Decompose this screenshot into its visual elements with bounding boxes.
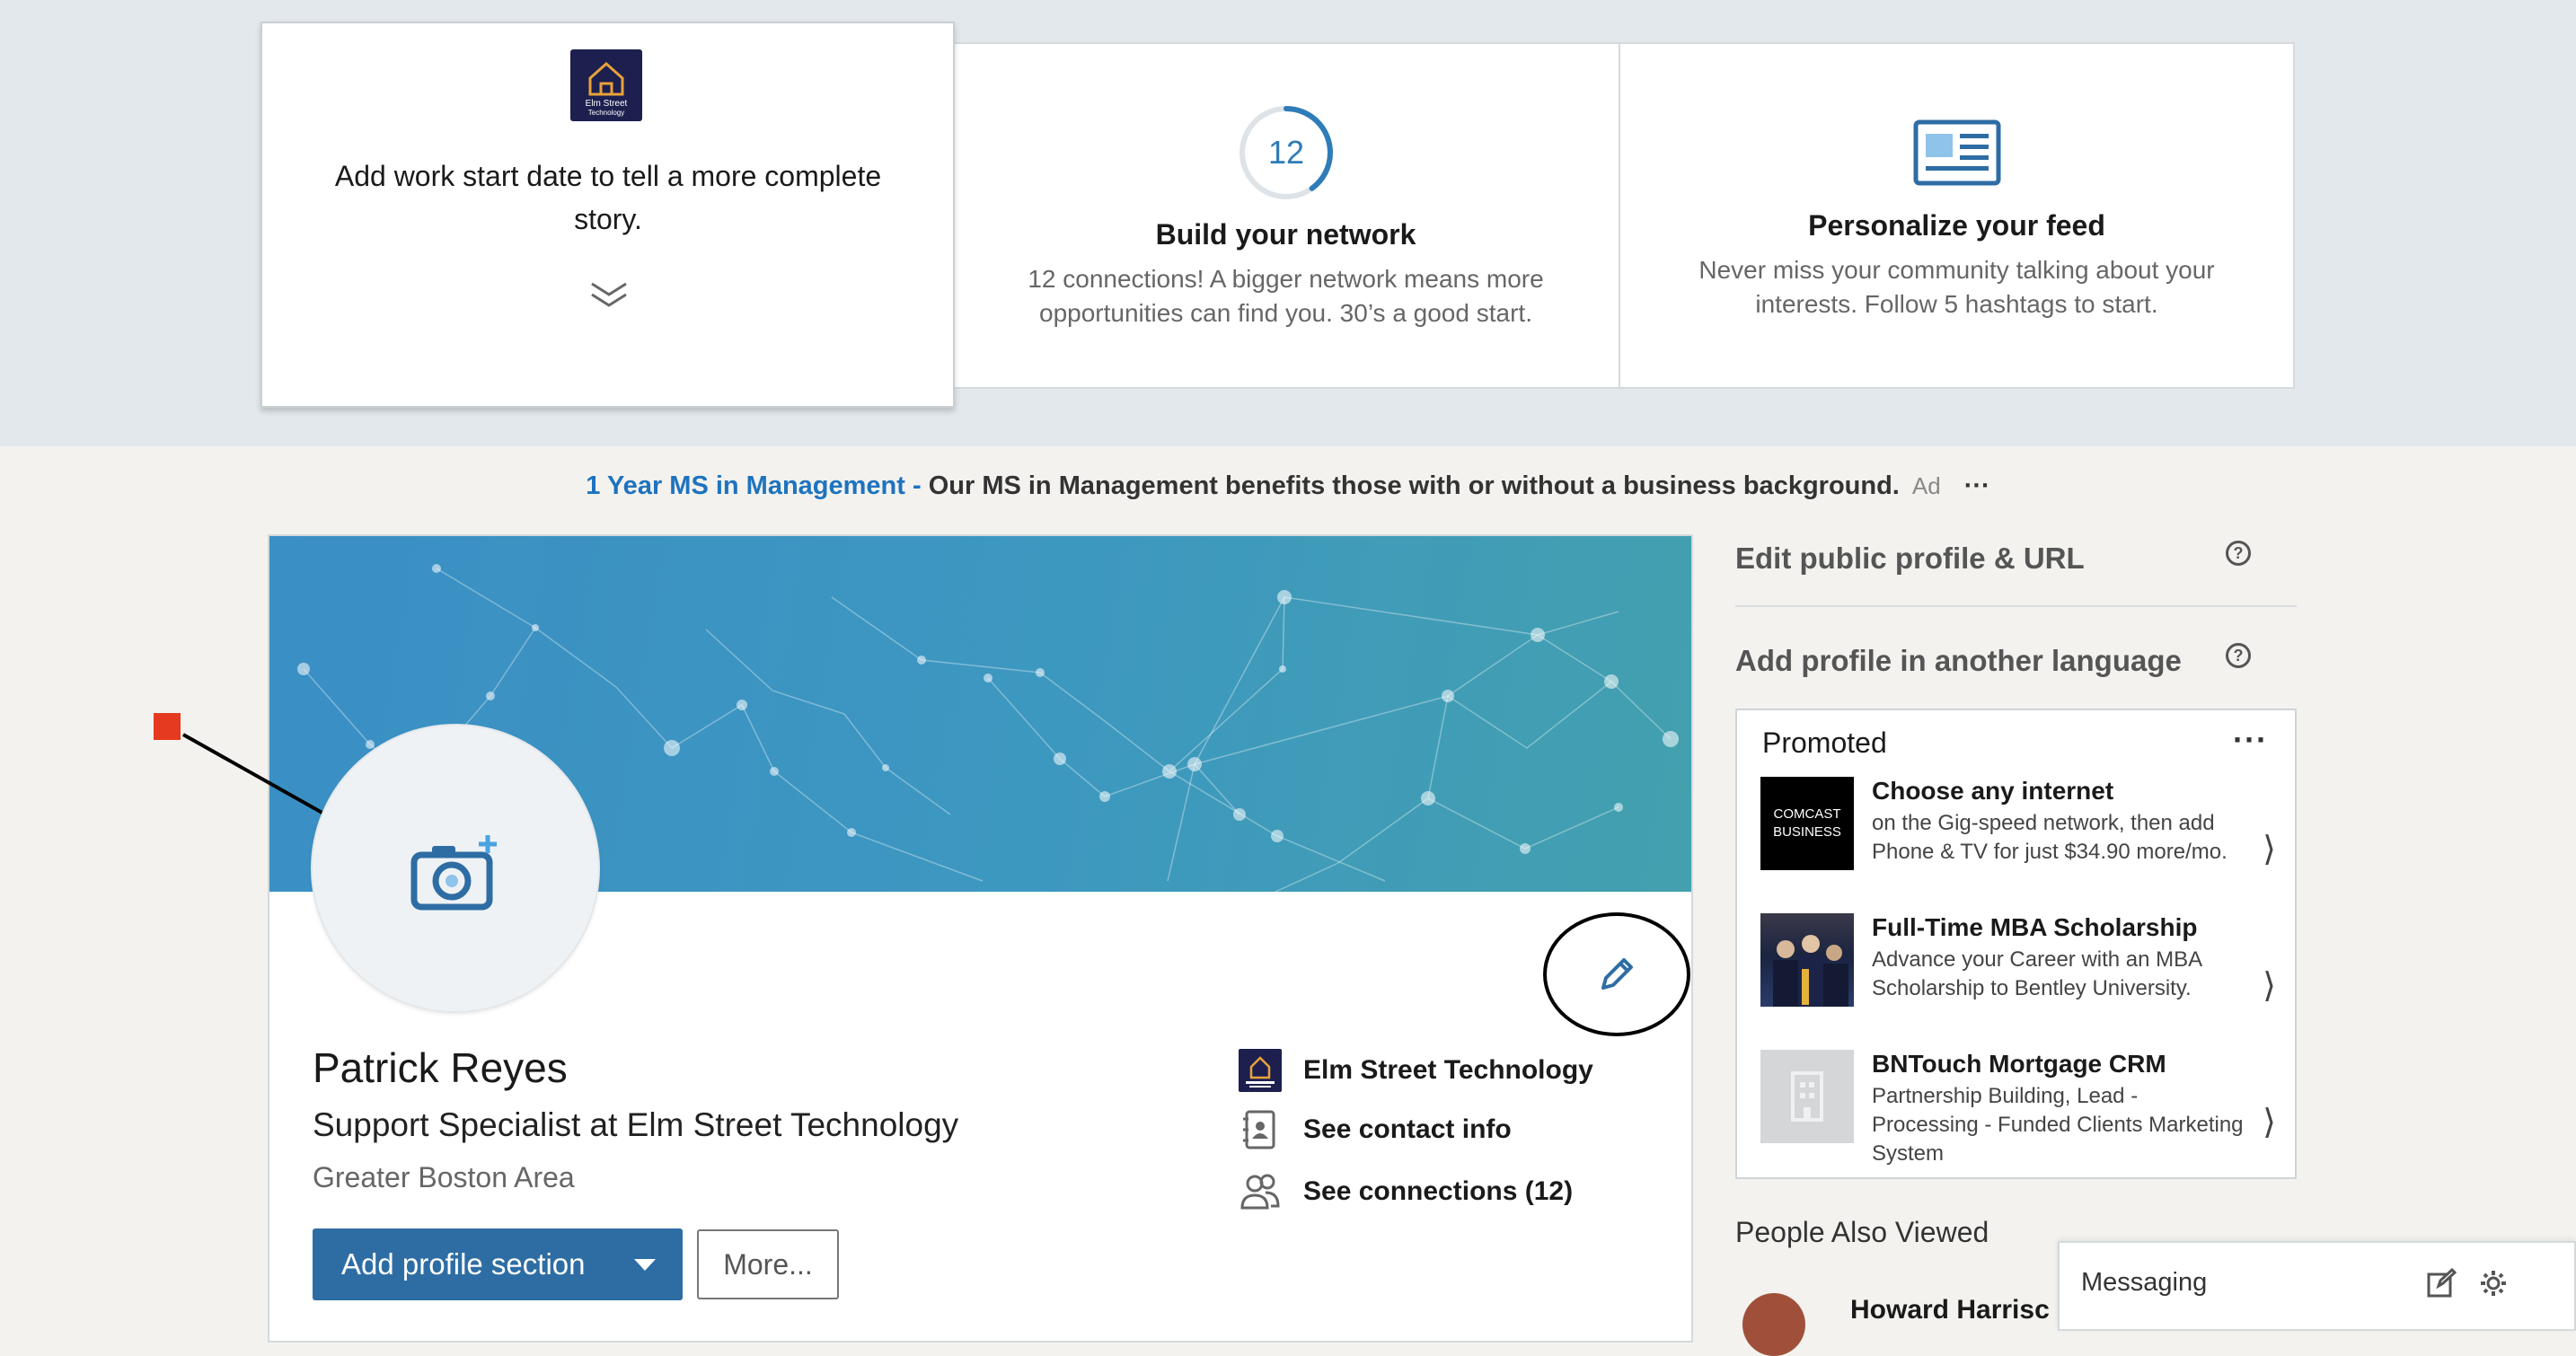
promo-body: on the Gig-speed network, then add Phone… <box>1872 811 2228 864</box>
promo-item[interactable]: Full-Time MBA Scholarship Advance your C… <box>1760 913 2281 1048</box>
profile-photo-placeholder[interactable] <box>313 726 598 1011</box>
more-button[interactable]: More... <box>697 1229 839 1299</box>
connections-label: See connections (12) <box>1303 1176 1574 1206</box>
ad-tag: Ad <box>1911 472 1941 499</box>
company-name: Elm Street Technology <box>1303 1055 1593 1085</box>
add-photo-camera-icon <box>410 835 497 911</box>
promo-title: Choose any internet <box>1872 777 2114 805</box>
suggestion-carousel: 12 Build your network 12 connections! A … <box>953 42 2295 389</box>
avatar[interactable] <box>1742 1293 1805 1356</box>
feed-suggestion[interactable]: Personalize your feed Never miss your co… <box>1620 119 2293 321</box>
profile-location: Greater Boston Area <box>313 1161 575 1193</box>
promo-title: Full-Time MBA Scholarship <box>1872 913 2198 941</box>
edit-public-profile-link[interactable]: Edit public profile & URL <box>1735 542 2085 576</box>
address-book-icon <box>1243 1110 1275 1149</box>
add-profile-section-label: Add profile section <box>341 1247 586 1281</box>
chevron-right-icon: ⟩ <box>2263 1104 2276 1141</box>
promo-body: Partnership Building, Lead - Processing … <box>1872 1084 2244 1166</box>
messaging-label: Messaging <box>2081 1268 2208 1297</box>
feed-title: Personalize your feed <box>1808 209 2105 242</box>
chevron-double-down-icon[interactable] <box>588 280 630 309</box>
people-icon <box>1240 1174 1280 1210</box>
company-logo: Elm Street Technology <box>570 49 642 121</box>
promoted-header: Promoted <box>1762 726 1887 759</box>
network-description: 12 connections! A bigger network means m… <box>1028 265 1544 327</box>
company-placeholder-logo <box>1760 1050 1854 1143</box>
profile-name: Patrick Reyes <box>313 1044 568 1091</box>
profile-headline: Support Specialist at Elm Street Technol… <box>313 1106 959 1143</box>
people-also-viewed-heading: People Also Viewed <box>1735 1216 1989 1248</box>
person-name[interactable]: Howard Harrisc <box>1850 1295 2050 1325</box>
chevron-right-icon: ⟩ <box>2263 831 2276 868</box>
promo-body: Advance your Career with an MBA Scholars… <box>1872 947 2201 1000</box>
chevron-right-icon: ⟩ <box>2263 967 2276 1005</box>
help-icon[interactable]: ? <box>2226 643 2251 668</box>
network-count: 12 <box>1267 134 1303 171</box>
gear-icon[interactable] <box>2478 1268 2509 1299</box>
help-icon[interactable]: ? <box>2226 541 2251 566</box>
ad-menu-icon[interactable]: ··· <box>1964 471 1990 500</box>
contact-info-label: See contact info <box>1303 1114 1512 1144</box>
compose-icon[interactable] <box>2426 1268 2457 1299</box>
ad-link[interactable]: 1 Year MS in Management - <box>586 471 928 500</box>
promoted-menu-icon[interactable]: ··· <box>2233 721 2268 759</box>
network-progress-ring: 12 <box>1239 106 1333 199</box>
network-suggestion[interactable]: 12 Build your network 12 connections! A … <box>953 103 1619 330</box>
company-logo-small <box>1239 1049 1282 1092</box>
comcast-logo-text: COMCAST BUSINESS <box>1773 806 1841 840</box>
building-icon <box>1791 1071 1823 1122</box>
add-language-profile-link[interactable]: Add profile in another language <box>1735 644 2182 678</box>
work-date-suggestion[interactable]: Elm Street Technology Add work start dat… <box>260 22 955 408</box>
svg-text:Elm Street: Elm Street <box>586 99 628 109</box>
promoted-panel: Promoted ··· COMCAST BUSINESS Choose any… <box>1735 709 2297 1179</box>
messaging-bar[interactable]: Messaging <box>2058 1241 2576 1331</box>
connections-link[interactable]: See connections (12) <box>1239 1170 1573 1213</box>
ad-banner: 1 Year MS in Management - Our MS in Mana… <box>0 471 2576 501</box>
contact-info-link[interactable]: See contact info <box>1239 1108 1512 1151</box>
sidebar-divider <box>1735 605 2297 607</box>
comcast-logo: COMCAST BUSINESS <box>1760 777 1854 870</box>
graduation-photo <box>1760 913 1854 1007</box>
feed-description: Never miss your community talking about … <box>1698 256 2215 318</box>
caret-down-icon <box>634 1259 656 1271</box>
promo-item[interactable]: COMCAST BUSINESS Choose any internet on … <box>1760 777 2281 911</box>
svg-text:Technology: Technology <box>588 109 624 117</box>
edit-profile-button[interactable] <box>1543 912 1690 1036</box>
promo-title: BNTouch Mortgage CRM <box>1872 1050 2166 1078</box>
add-profile-section-button[interactable]: Add profile section <box>313 1228 683 1300</box>
network-title: Build your network <box>1155 218 1416 251</box>
promo-item[interactable]: BNTouch Mortgage CRM Partnership Buildin… <box>1760 1050 2281 1184</box>
suggestion-divider <box>1619 42 1620 389</box>
newspaper-icon <box>1913 119 2000 186</box>
ad-text[interactable]: Our MS in Management benefits those with… <box>929 471 1900 500</box>
current-company[interactable]: Elm Street Technology <box>1239 1049 1593 1092</box>
pencil-icon <box>1601 958 1633 990</box>
work-date-text: Add work start date to tell a more compl… <box>334 160 882 235</box>
